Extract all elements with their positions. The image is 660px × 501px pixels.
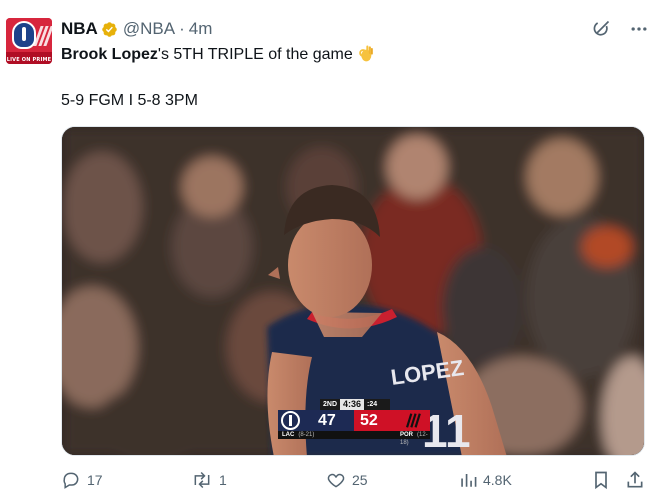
video-media[interactable]: LOPEZ 11 2ND 4:36 :24 47 52 LAC (8-21) P… <box>61 126 645 456</box>
like-icon <box>327 473 345 488</box>
grok-icon[interactable] <box>590 18 612 40</box>
bookmark-button[interactable] <box>592 468 610 492</box>
tweet[interactable]: LIVE ON PRIME NBA @NBA · 4m Brook Lopez'… <box>0 0 660 501</box>
separator-dot: · <box>179 19 185 38</box>
repost-icon <box>194 471 210 489</box>
tweet-text: Brook Lopez's 5TH TRIPLE of the game <box>61 43 621 66</box>
home-abbr: LAC <box>282 432 295 438</box>
bookmark-icon <box>595 471 607 490</box>
player-name: Brook Lopez <box>61 46 158 63</box>
home-score: 47 <box>318 411 336 429</box>
verified-badge-icon <box>102 21 117 37</box>
author-name[interactable]: NBA <box>61 19 98 39</box>
home-record: (8-21) <box>298 432 315 438</box>
action-bar: 17 1 25 4.8K <box>61 468 645 492</box>
repost-button[interactable]: 1 <box>191 468 227 492</box>
views-icon <box>461 474 477 487</box>
author-handle[interactable]: @NBA <box>123 19 175 39</box>
avatar-stripes <box>33 26 52 46</box>
game-clock: 4:36 <box>340 399 365 410</box>
ok-hand-emoji <box>359 45 374 62</box>
shot-clock: :24 <box>367 401 378 408</box>
reply-button[interactable]: 17 <box>61 468 103 492</box>
more-icon[interactable] <box>628 18 650 40</box>
view-count: 4.8K <box>483 472 512 488</box>
share-button[interactable] <box>625 468 645 492</box>
away-score: 52 <box>360 411 378 429</box>
scoreboard: 2ND 4:36 :24 47 52 LAC (8-21) POR (12-18… <box>278 399 430 446</box>
reply-icon <box>63 472 79 489</box>
header-actions <box>590 18 650 40</box>
share-icon <box>627 471 643 488</box>
reply-count: 17 <box>87 472 103 488</box>
away-team-panel: 52 <box>354 410 430 431</box>
scoreboard-records: LAC (8-21) POR (12-18) <box>278 431 430 446</box>
views-button[interactable]: 4.8K <box>459 468 512 492</box>
lac-logo-icon <box>281 411 300 430</box>
stats-line: 5-9 FGM I 5-8 3PM <box>61 92 198 109</box>
tweet-header: NBA @NBA · 4m <box>61 18 212 40</box>
scoreboard-main: 47 52 <box>278 410 430 431</box>
like-count: 25 <box>352 472 368 488</box>
por-logo-icon <box>405 413 421 428</box>
repost-count: 1 <box>219 472 227 488</box>
like-button[interactable]: 25 <box>326 468 368 492</box>
nba-logo-icon <box>12 21 36 49</box>
avatar-tag: LIVE ON PRIME <box>6 57 52 63</box>
timestamp[interactable]: 4m <box>189 19 213 39</box>
scoreboard-clock-bar: 2ND 4:36 :24 <box>320 399 390 410</box>
tweet-text-rest: 's 5TH TRIPLE of the game <box>157 46 353 63</box>
home-team-panel: 47 <box>278 410 354 431</box>
away-abbr: POR <box>400 432 414 438</box>
quarter: 2ND <box>323 401 338 408</box>
avatar[interactable]: LIVE ON PRIME <box>6 18 52 64</box>
